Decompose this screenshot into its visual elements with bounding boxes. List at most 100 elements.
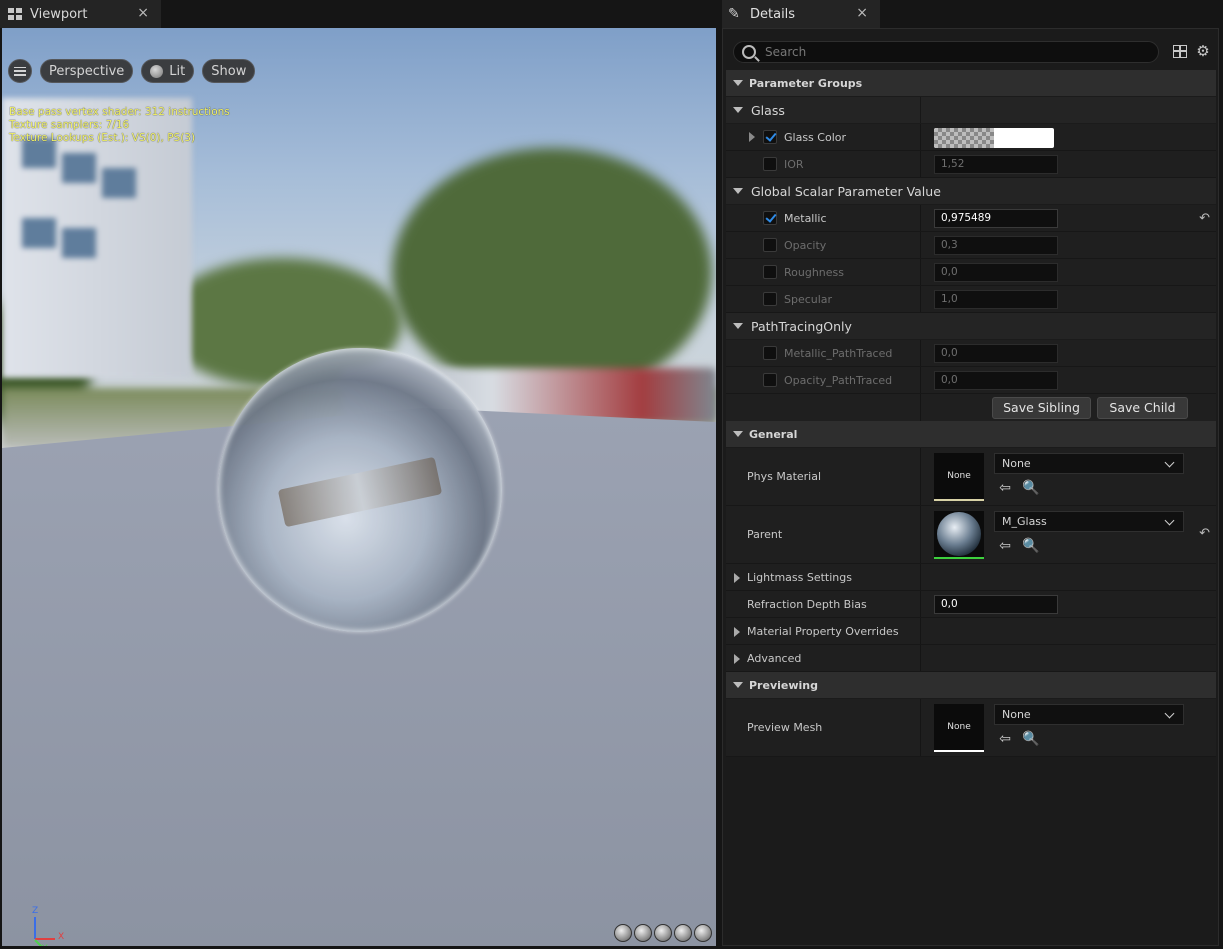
section-general[interactable]: General xyxy=(726,421,1216,447)
browse-asset-icon[interactable]: 🔍 xyxy=(1022,479,1040,497)
opacity-checkbox[interactable] xyxy=(763,238,777,252)
chevron-down-icon xyxy=(733,107,743,113)
material-property-overrides-row[interactable]: Material Property Overrides xyxy=(726,618,1216,645)
metallic-pathtraced-checkbox[interactable] xyxy=(763,346,777,360)
group-title: Global Scalar Parameter Value xyxy=(751,183,941,199)
opacity-pathtraced-checkbox[interactable] xyxy=(763,373,777,387)
ior-field[interactable]: 1,52 xyxy=(934,155,1058,174)
metallic-field[interactable]: 0,975489 xyxy=(934,209,1058,228)
pencil-icon: ✎ xyxy=(728,6,740,22)
parent-dropdown[interactable]: M_Glass xyxy=(994,511,1184,532)
reset-to-default-icon[interactable]: ↶ xyxy=(1199,211,1210,226)
table-view-icon[interactable] xyxy=(1173,45,1187,58)
glass-color-checkbox[interactable] xyxy=(763,130,777,144)
phys-material-dropdown[interactable]: None xyxy=(994,453,1184,474)
param-opacity: Opacity 0,3 xyxy=(726,232,1216,259)
hamburger-icon xyxy=(14,66,26,76)
stat-line: Base pass vertex shader: 312 instruction… xyxy=(9,106,230,118)
section-parameter-groups[interactable]: Parameter Groups xyxy=(726,70,1216,96)
opacity-pathtraced-field[interactable]: 0,0 xyxy=(934,371,1058,390)
viewport-menu-button[interactable] xyxy=(8,59,32,83)
specular-checkbox[interactable] xyxy=(763,292,777,306)
chevron-down-icon xyxy=(733,80,743,86)
group-title: Glass xyxy=(751,102,785,118)
param-label: Opacity_PathTraced xyxy=(784,374,893,387)
chevron-down-icon xyxy=(733,323,743,329)
lit-button[interactable]: Lit xyxy=(141,59,195,83)
advanced-label: Advanced xyxy=(747,652,802,665)
stat-line: Texture samplers: 7/16 xyxy=(9,119,130,131)
dropdown-value: None xyxy=(1002,708,1031,721)
trees xyxy=(392,148,712,398)
details-tab[interactable]: ✎ Details × xyxy=(722,0,880,28)
cube-icon[interactable] xyxy=(674,924,692,942)
roughness-checkbox[interactable] xyxy=(763,265,777,279)
expand-arrow-icon[interactable] xyxy=(749,132,755,142)
axis-gizmo: Z X Y xyxy=(26,906,76,946)
browse-asset-icon[interactable]: 🔍 xyxy=(1022,730,1040,748)
chevron-right-icon xyxy=(734,573,740,583)
use-selected-asset-icon[interactable]: ⇦ xyxy=(996,537,1014,555)
lit-label: Lit xyxy=(169,63,186,79)
show-button[interactable]: Show xyxy=(202,59,256,83)
axis-z-label: Z xyxy=(32,906,39,916)
parent-thumbnail[interactable] xyxy=(934,511,984,559)
param-label: Roughness xyxy=(784,266,845,279)
use-selected-asset-icon[interactable]: ⇦ xyxy=(996,479,1014,497)
search-icon xyxy=(742,45,756,59)
save-sibling-button[interactable]: Save Sibling xyxy=(992,397,1091,419)
lightmass-settings-row[interactable]: Lightmass Settings xyxy=(726,564,1216,591)
group-glass[interactable]: Glass xyxy=(726,97,1216,123)
ior-checkbox[interactable] xyxy=(763,157,777,171)
specular-field[interactable]: 1,0 xyxy=(934,290,1058,309)
browse-asset-icon[interactable]: 🔍 xyxy=(1022,537,1040,555)
overrides-label: Material Property Overrides xyxy=(747,625,899,638)
cylinder-icon[interactable] xyxy=(614,924,632,942)
param-metallic: Metallic 0,975489 ↶ xyxy=(726,205,1216,232)
metallic-pathtraced-field[interactable]: 0,0 xyxy=(934,344,1058,363)
metallic-checkbox[interactable] xyxy=(763,211,777,225)
roughness-field[interactable]: 0,0 xyxy=(934,263,1058,282)
glass-color-swatch[interactable] xyxy=(934,128,1054,148)
save-buttons-row: Save Sibling Save Child xyxy=(726,394,1216,422)
param-label: Specular xyxy=(784,293,833,306)
preview-mesh-row: Preview Mesh None None ⇦ 🔍 xyxy=(726,699,1216,757)
phys-material-thumbnail[interactable]: None xyxy=(934,453,984,501)
close-icon[interactable]: × xyxy=(137,5,149,21)
advanced-row[interactable]: Advanced xyxy=(726,645,1216,672)
shader-stats: Base pass vertex shader: 312 instruction… xyxy=(9,106,230,145)
chevron-down-icon xyxy=(1164,515,1175,526)
refraction-depth-bias-field[interactable]: 0,0 xyxy=(934,595,1058,614)
opacity-field[interactable]: 0,3 xyxy=(934,236,1058,255)
group-path-tracing[interactable]: PathTracingOnly xyxy=(726,313,1216,339)
section-title: General xyxy=(749,427,798,441)
viewport[interactable]: Perspective Lit Show Base pass vertex sh… xyxy=(2,28,716,946)
use-selected-asset-icon[interactable]: ⇦ xyxy=(996,730,1014,748)
sphere-icon xyxy=(150,64,164,78)
param-roughness: Roughness 0,0 xyxy=(726,259,1216,286)
details-tab-title: Details xyxy=(750,6,796,22)
section-title: Parameter Groups xyxy=(749,76,863,90)
section-previewing[interactable]: Previewing xyxy=(726,672,1216,698)
section-title: Previewing xyxy=(749,678,818,692)
save-child-button[interactable]: Save Child xyxy=(1097,397,1188,419)
parent-label: Parent xyxy=(747,528,783,541)
close-icon[interactable]: × xyxy=(856,5,868,21)
plane-icon[interactable] xyxy=(654,924,672,942)
search-input[interactable]: Search xyxy=(733,41,1159,63)
gear-icon[interactable]: ⚙ xyxy=(1195,43,1211,59)
preview-mesh-thumbnail[interactable]: None xyxy=(934,704,984,752)
search-row: Search ⚙ xyxy=(733,39,1213,65)
chevron-down-icon xyxy=(733,682,743,688)
viewport-tab[interactable]: Viewport × xyxy=(0,0,161,28)
group-global-scalar[interactable]: Global Scalar Parameter Value xyxy=(726,178,1216,204)
teapot-icon[interactable] xyxy=(694,924,712,942)
sphere-icon[interactable] xyxy=(634,924,652,942)
refraction-label: Refraction Depth Bias xyxy=(747,598,867,611)
viewport-toolbar: Perspective Lit Show xyxy=(8,59,256,83)
perspective-button[interactable]: Perspective xyxy=(40,59,134,83)
refraction-depth-bias-row: Refraction Depth Bias 0,0 xyxy=(726,591,1216,618)
param-glass-color: Glass Color xyxy=(726,124,1216,151)
reset-to-default-icon[interactable]: ↶ xyxy=(1199,526,1210,541)
preview-mesh-dropdown[interactable]: None xyxy=(994,704,1184,725)
